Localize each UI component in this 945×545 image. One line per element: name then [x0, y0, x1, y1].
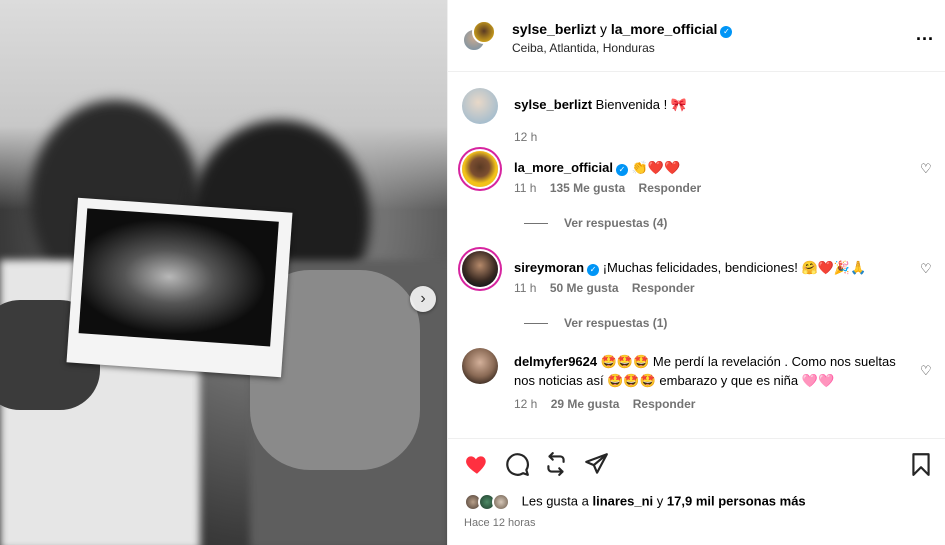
repost-icon — [547, 452, 565, 476]
liker-username[interactable]: linares_ni — [592, 493, 653, 508]
comment-username[interactable]: la_more_official — [514, 160, 613, 175]
post-sidebar: sylse_berlizt y la_more_official ✓ Ceiba,… — [447, 0, 945, 545]
reply-button[interactable]: Responder — [639, 181, 702, 195]
comment-likes[interactable]: 29 Me gusta — [551, 397, 620, 411]
comment-likes[interactable]: 50 Me gusta — [550, 281, 619, 295]
comment-meta: 11 h 135 Me gusta Responder — [514, 181, 711, 195]
avatar[interactable] — [462, 348, 498, 384]
comment-time[interactable]: 12 h — [514, 130, 537, 144]
send-icon — [585, 453, 608, 474]
post-actions: Les gusta a linares_ni y 17,9 mil person… — [448, 438, 945, 545]
view-replies-button[interactable]: Ver respuestas (1) — [524, 316, 667, 330]
comment-text: sylse_berlizt Bienvenida ! 🎀 — [514, 95, 914, 114]
avatar[interactable] — [462, 251, 498, 287]
comment-username[interactable]: delmyfer9624 — [514, 354, 597, 369]
more-horizontal-icon: ... — [916, 24, 935, 44]
ultrasound-photo — [66, 197, 293, 378]
authors-joiner: y — [599, 21, 607, 37]
post-authors: sylse_berlizt y la_more_official ✓ — [512, 21, 733, 38]
like-comment-heart-icon[interactable]: ♡ — [920, 363, 932, 379]
likes-count[interactable]: 17,9 mil personas más — [667, 493, 806, 508]
comment-time[interactable]: 12 h — [514, 397, 537, 411]
comment-icon — [506, 453, 529, 476]
send-button[interactable] — [583, 451, 609, 477]
like-button[interactable] — [464, 451, 490, 477]
next-image-button[interactable]: › — [410, 286, 436, 312]
avatar — [492, 493, 510, 511]
verified-badge-icon: ✓ — [616, 164, 628, 176]
verified-badge-icon: ✓ — [720, 26, 733, 38]
comment-body: 👏❤️❤️ — [631, 160, 681, 175]
post-image[interactable]: › — [0, 0, 447, 545]
post-header: sylse_berlizt y la_more_official ✓ Ceiba,… — [448, 0, 945, 72]
post-location[interactable]: Ceiba, Atlantida, Honduras — [512, 41, 655, 55]
comments-list[interactable]: sylse_berlizt Bienvenida ! 🎀 12 h la_mor… — [448, 73, 945, 438]
collab-avatar[interactable] — [462, 20, 496, 54]
comment-body: ¡Muchas felicidades, bendiciones! 🤗❤️🎉🙏 — [602, 260, 867, 275]
view-replies-button[interactable]: Ver respuestas (4) — [524, 216, 667, 230]
likers-avatars[interactable] — [464, 493, 514, 511]
comment-text: la_more_official ✓ 👏❤️❤️ — [514, 158, 914, 177]
verified-badge-icon: ✓ — [587, 264, 600, 276]
like-comment-heart-icon[interactable]: ♡ — [920, 261, 932, 277]
comment-button[interactable] — [504, 451, 530, 477]
reply-button[interactable]: Responder — [633, 397, 696, 411]
comment-body: Bienvenida ! 🎀 — [595, 97, 688, 112]
comment-meta: 11 h 50 Me gusta Responder — [514, 281, 705, 295]
likes-joiner: y — [656, 493, 664, 509]
likes-prefix: Les gusta a — [521, 493, 589, 509]
more-options-button[interactable]: ... — [916, 24, 934, 45]
comment-meta: 12 h — [514, 130, 547, 144]
save-button[interactable] — [908, 451, 934, 477]
comment-time[interactable]: 11 h — [514, 281, 536, 295]
ultrasound-scan — [78, 208, 279, 347]
avatar[interactable] — [462, 151, 498, 187]
author-link-2[interactable]: la_more_official — [611, 21, 718, 37]
author-link-1[interactable]: sylse_berlizt — [512, 21, 596, 37]
reply-button[interactable]: Responder — [632, 281, 695, 295]
comment-meta: 12 h 29 Me gusta Responder — [514, 397, 705, 411]
avatar-user2 — [472, 20, 496, 44]
comment-username[interactable]: sylse_berlizt — [514, 97, 592, 112]
avatar[interactable] — [462, 88, 498, 124]
likes-summary: Les gusta a linares_ni y 17,9 mil person… — [464, 493, 806, 511]
comment-likes[interactable]: 135 Me gusta — [550, 181, 625, 195]
bookmark-icon — [912, 453, 930, 476]
chevron-right-icon: › — [420, 290, 426, 307]
comment-text: sireymoran ✓ ¡Muchas felicidades, bendici… — [514, 258, 914, 277]
heart-filled-icon — [466, 456, 486, 474]
repost-button[interactable] — [543, 451, 569, 477]
comment-username[interactable]: sireymoran — [514, 260, 584, 275]
post-timestamp[interactable]: Hace 12 horas — [464, 517, 536, 529]
comment-text: delmyfer9624 🤩🤩🤩 Me perdí la revelación … — [514, 352, 914, 390]
comment-time[interactable]: 11 h — [514, 181, 536, 195]
like-comment-heart-icon[interactable]: ♡ — [920, 161, 932, 177]
